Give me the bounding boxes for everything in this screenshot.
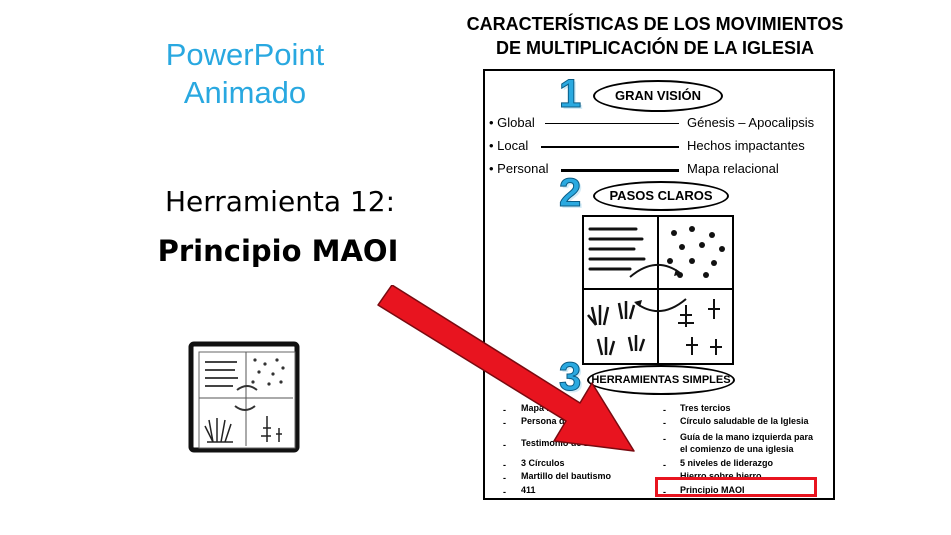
tool-dash: - [503,473,506,483]
tool-item-right: Círculo saludable de la Iglesia [680,416,809,426]
animated-label: Animado [183,75,307,110]
tool-number-label: Herramienta 12: [164,185,396,218]
document-title-line1: CARACTERÍSTICAS DE LOS MOVIMIENTOS [466,14,844,34]
principle-title: Principio MAOI [157,234,399,268]
four-fields-icon [188,341,300,453]
section-1-number: 1 [558,72,582,116]
tool-item-left: Martillo del bautismo [521,471,612,481]
powerpoint-label: PowerPoint [165,37,325,72]
powerpoint-animated-title: PowerPoint Animado [120,36,370,112]
red-arrow-icon [377,285,635,452]
vision-value: Mapa relacional [687,161,779,176]
tool-item-left: 411 [521,485,536,495]
section-2-number: 2 [558,171,582,215]
vision-row-personal: • Personal Mapa relacional [489,161,829,177]
tool-item-right: 5 niveles de liderazgo [680,458,774,468]
document-title: CARACTERÍSTICAS DE LOS MOVIMIENTOS DE MU… [410,12,900,60]
vision-connector [545,123,679,124]
tool-item-right: el comienzo de una iglesia [680,444,794,454]
vision-connector [541,146,679,148]
section-1-heading: GRAN VISIÓN [593,80,723,112]
principle-highlight-box [655,477,817,497]
tool-dash: - [503,487,506,497]
vision-label: • Local [489,138,529,153]
tool-item-right: Guía de la mano izquierda para [680,432,814,442]
document-title-line2: DE MULTIPLICACIÓN DE LA IGLESIA [496,38,814,58]
vision-row-global: • Global Génesis – Apocalipsis [489,115,829,131]
vision-label: • Global [489,115,535,130]
vision-row-local: • Local Hechos impactantes [489,138,829,154]
section-2-heading: PASOS CLAROS [593,181,729,211]
vision-value: Hechos impactantes [687,138,805,153]
vision-value: Génesis – Apocalipsis [687,115,815,130]
tool-item-right: Tres tercios [680,403,731,413]
vision-label: • Personal [489,161,549,176]
